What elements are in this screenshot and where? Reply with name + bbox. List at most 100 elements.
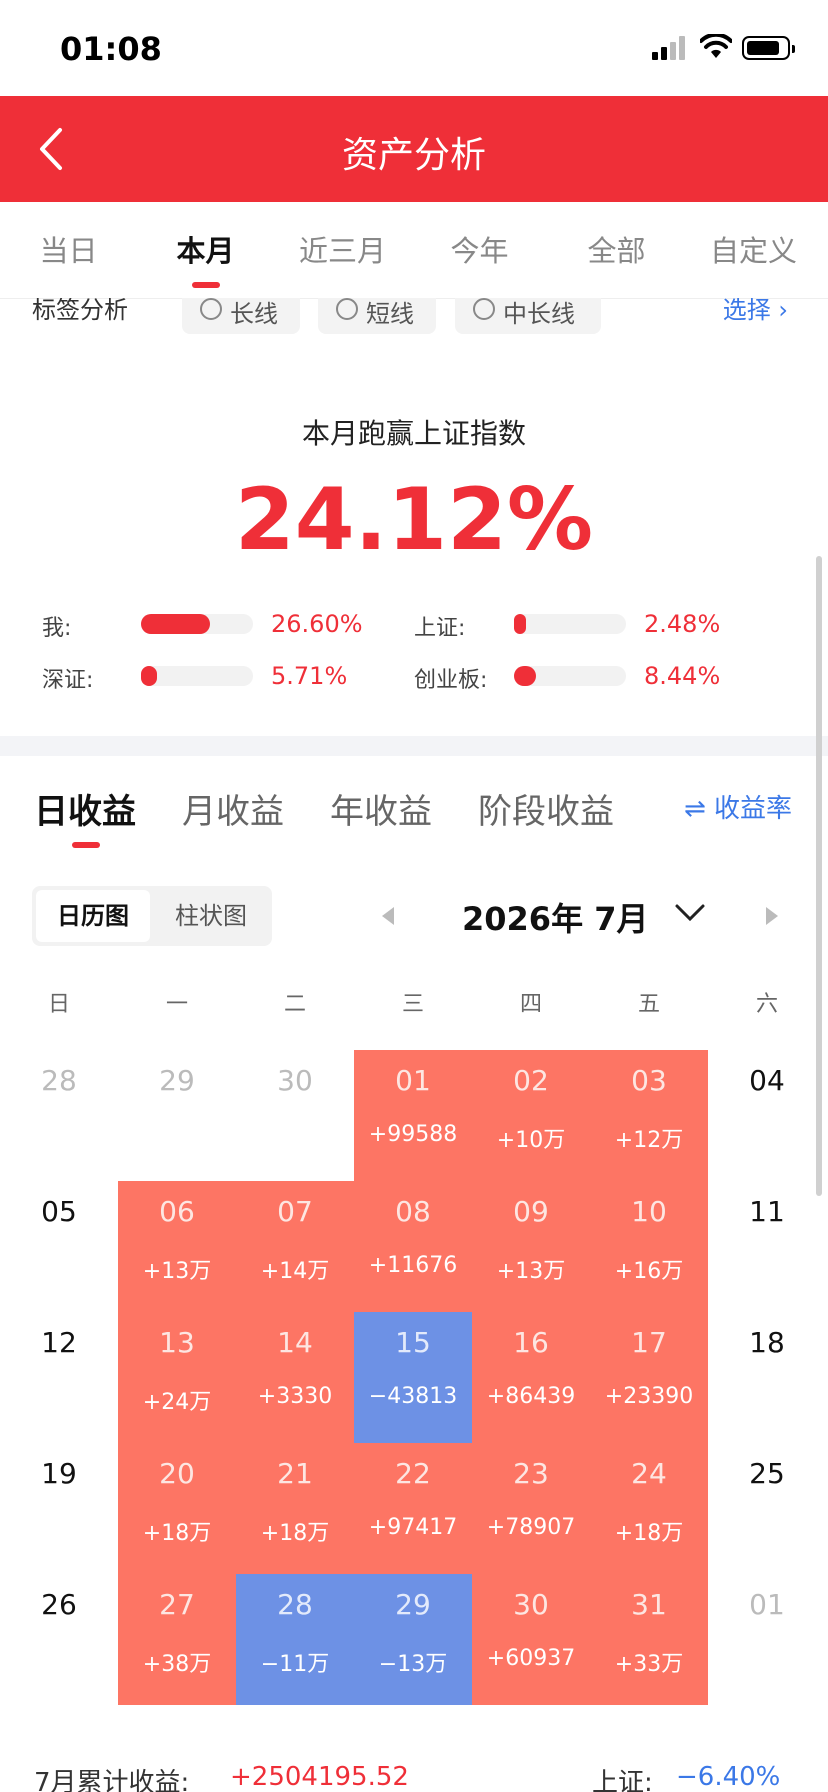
weekday-label: 五	[637, 992, 660, 1017]
scrollbar[interactable]	[816, 556, 822, 1196]
calendar-day-cell[interactable]: 08 +11676	[354, 1181, 472, 1312]
tag-chip-long[interactable]: 长线	[182, 298, 300, 334]
tab-custom[interactable]: 自定义	[685, 228, 822, 270]
battery-icon	[742, 36, 795, 60]
calendar-day-cell[interactable]: 18	[708, 1312, 826, 1443]
calendar-day-cell[interactable]: 01 +99588	[354, 1050, 472, 1181]
calendar-day-number: 20	[159, 1457, 195, 1490]
prev-month-icon[interactable]	[380, 906, 396, 926]
tab-this-year[interactable]: 今年	[411, 228, 548, 270]
tab-three-months[interactable]: 近三月	[274, 228, 411, 270]
tab-stage-earnings[interactable]: 阶段收益	[478, 784, 614, 833]
calendar-day-cell[interactable]: 11	[708, 1181, 826, 1312]
compare-label-sh: 上证:	[414, 616, 466, 641]
calendar-day-cell[interactable]: 31 +33万	[590, 1574, 708, 1705]
wifi-icon	[700, 34, 732, 58]
radio-icon	[200, 298, 222, 320]
tab-monthly-earnings[interactable]: 月收益	[182, 784, 284, 833]
calendar-day-cell[interactable]: 02 +10万	[472, 1050, 590, 1181]
month-label[interactable]: 2026年 7月	[462, 894, 648, 940]
calendar-day-cell[interactable]: 17 +23390	[590, 1312, 708, 1443]
calendar-day-cell[interactable]: 19	[0, 1443, 118, 1574]
compare-value-sh: 2.48%	[644, 610, 721, 638]
calendar-day-cell[interactable]: 15 −43813	[354, 1312, 472, 1443]
compare-fill-sz	[141, 666, 157, 686]
calendar-day-number: 14	[277, 1326, 313, 1359]
index-label: 上证:	[592, 1768, 653, 1792]
calendar-day-cell[interactable]: 25	[708, 1443, 826, 1574]
calendar-day-cell[interactable]: 29	[118, 1050, 236, 1181]
calendar-day-number: 30	[513, 1588, 549, 1621]
calendar-day-cell[interactable]: 10 +16万	[590, 1181, 708, 1312]
calendar-day-cell[interactable]: 09 +13万	[472, 1181, 590, 1312]
weekday-label: 日	[47, 992, 70, 1017]
calendar-day-cell[interactable]: 21 +18万	[236, 1443, 354, 1574]
calendar-day-cell[interactable]: 30 +60937	[472, 1574, 590, 1705]
calendar-day-profit: +99588	[368, 1122, 458, 1147]
outperform-percentage: 24.12%	[234, 470, 594, 570]
calendar-day-profit: +16万	[614, 1259, 684, 1284]
calendar-day-number: 22	[395, 1457, 431, 1490]
tab-yearly-earnings[interactable]: 年收益	[330, 784, 432, 833]
rate-toggle-button[interactable]: ⇌ 收益率	[684, 788, 792, 825]
calendar-day-cell[interactable]: 28 −11万	[236, 1574, 354, 1705]
tab-daily-earnings[interactable]: 日收益	[34, 784, 136, 833]
calendar-day-number: 17	[631, 1326, 667, 1359]
calendar-day-cell[interactable]: 07 +14万	[236, 1181, 354, 1312]
tab-this-month[interactable]: 本月	[137, 228, 274, 270]
tab-all[interactable]: 全部	[548, 228, 685, 270]
calendar-day-number: 28	[277, 1588, 313, 1621]
calendar-day-cell[interactable]: 23 +78907	[472, 1443, 590, 1574]
calendar-day-cell[interactable]: 28	[0, 1050, 118, 1181]
calendar-day-cell[interactable]: 04	[708, 1050, 826, 1181]
calendar-day-number: 09	[513, 1195, 549, 1228]
calendar-day-number: 28	[41, 1064, 77, 1097]
calendar-day-cell[interactable]: 16 +86439	[472, 1312, 590, 1443]
compare-label-me: 我:	[42, 616, 72, 641]
tab-today[interactable]: 当日	[0, 228, 137, 270]
calendar-day-cell[interactable]: 22 +97417	[354, 1443, 472, 1574]
calendar-day-cell[interactable]: 24 +18万	[590, 1443, 708, 1574]
calendar-day-number: 21	[277, 1457, 313, 1490]
calendar-day-cell[interactable]: 05	[0, 1181, 118, 1312]
summary-subtitle: 本月跑赢上证指数	[301, 417, 526, 450]
section-divider	[0, 736, 828, 756]
calendar-day-cell[interactable]: 20 +18万	[118, 1443, 236, 1574]
calendar-day-number: 12	[41, 1326, 77, 1359]
tag-chip-mid-long[interactable]: 中长线	[455, 298, 601, 334]
calendar-day-profit: +18万	[260, 1521, 330, 1546]
calendar-day-cell[interactable]: 01	[708, 1574, 826, 1705]
calendar-day-cell[interactable]: 26	[0, 1574, 118, 1705]
calendar-day-cell[interactable]: 30	[236, 1050, 354, 1181]
calendar-view-button[interactable]: 日历图	[36, 890, 150, 942]
calendar-day-number: 26	[41, 1588, 77, 1621]
calendar-day-profit: +10万	[496, 1128, 566, 1153]
calendar-day-cell[interactable]: 27 +38万	[118, 1574, 236, 1705]
weekday-label: 一	[165, 992, 188, 1017]
calendar-day-cell[interactable]: 29 −13万	[354, 1574, 472, 1705]
calendar-day-cell[interactable]: 03 +12万	[590, 1050, 708, 1181]
compare-label-sz: 深证:	[42, 668, 94, 693]
compare-value-cyb: 8.44%	[644, 662, 721, 690]
view-toggle: 日历图 柱状图	[32, 886, 272, 946]
calendar-day-cell[interactable]: 14 +3330	[236, 1312, 354, 1443]
tag-chip-short[interactable]: 短线	[318, 298, 436, 334]
calendar-day-cell[interactable]: 12	[0, 1312, 118, 1443]
calendar-day-number: 01	[395, 1064, 431, 1097]
weekday-label: 四	[519, 992, 542, 1017]
calendar-day-number: 19	[41, 1457, 77, 1490]
compare-value-me: 26.60%	[271, 610, 363, 638]
next-month-icon[interactable]	[764, 906, 780, 926]
calendar-day-profit: +13万	[496, 1259, 566, 1284]
weekday-label: 二	[283, 992, 306, 1017]
chevron-down-icon[interactable]	[674, 902, 706, 924]
calendar-day-cell[interactable]: 06 +13万	[118, 1181, 236, 1312]
compare-fill-me	[141, 614, 211, 634]
tag-chip-label: 中长线	[503, 300, 575, 328]
bar-view-button[interactable]: 柱状图	[154, 890, 268, 942]
calendar-day-number: 18	[749, 1326, 785, 1359]
calendar-day-number: 01	[749, 1588, 785, 1621]
select-tag-button[interactable]: 选择 ›	[723, 298, 788, 325]
calendar-day-number: 10	[631, 1195, 667, 1228]
calendar-day-cell[interactable]: 13 +24万	[118, 1312, 236, 1443]
